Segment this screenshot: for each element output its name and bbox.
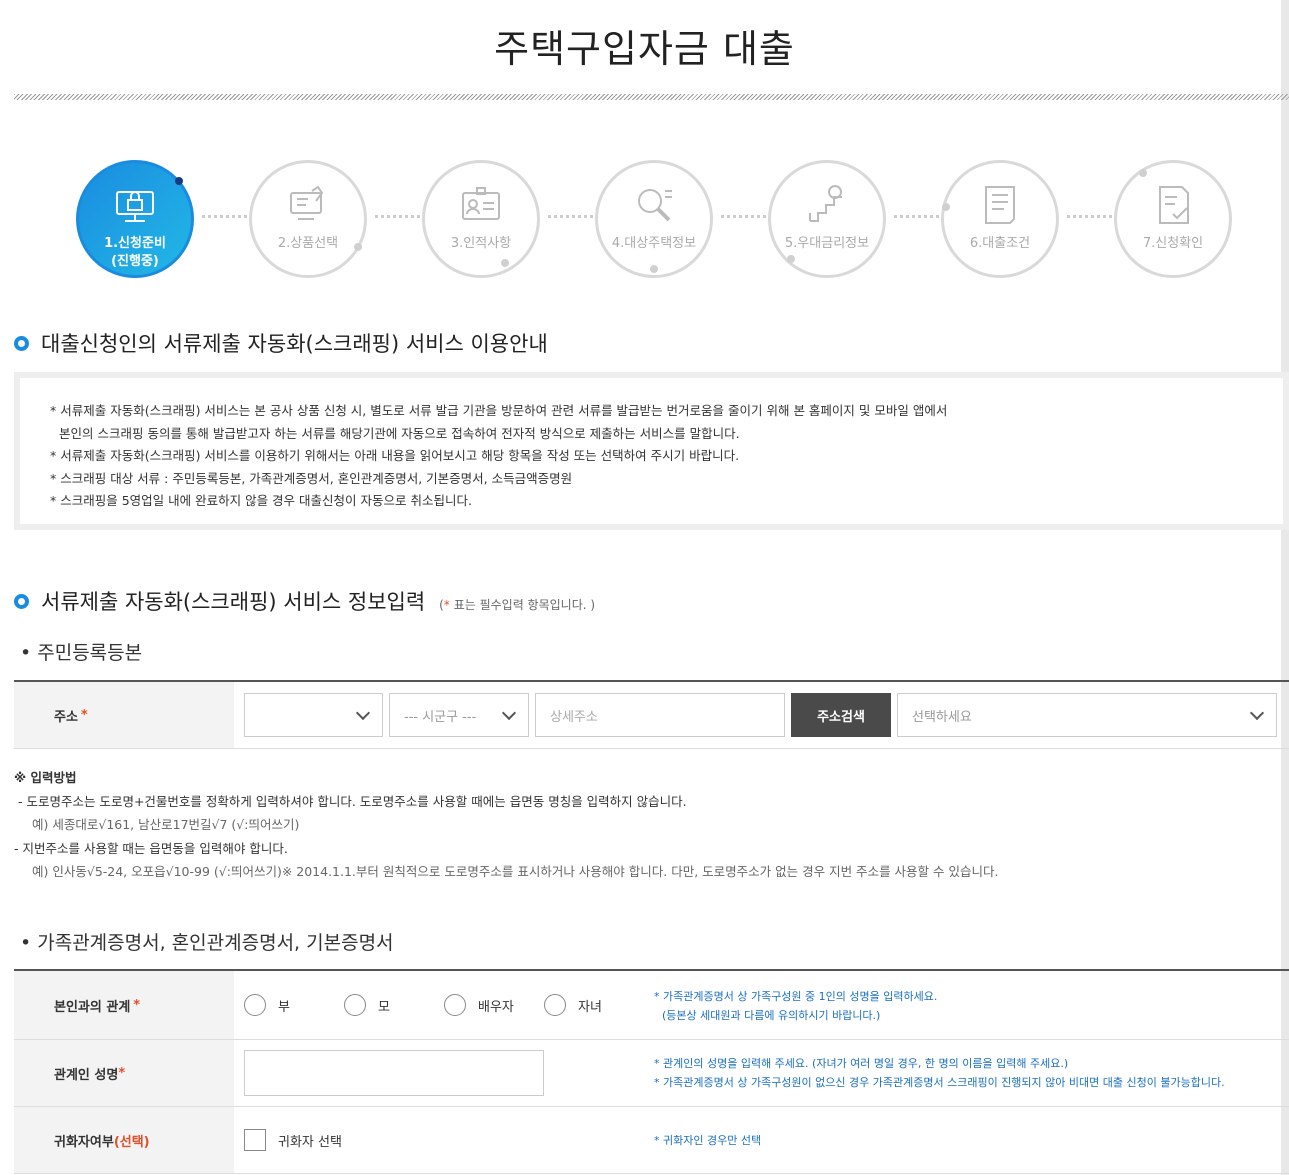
address-result-select[interactable]: 선택하세요 xyxy=(897,693,1277,737)
step-4: 4.대상주택정보 xyxy=(595,160,713,278)
relation-radio-spouse[interactable]: 배우자 xyxy=(444,994,544,1016)
step-label: 3.인적사항 xyxy=(450,236,512,251)
step-6: 6.대출조건 xyxy=(941,160,1059,278)
address-label: 주소 xyxy=(54,709,78,725)
naturalized-hint: * 귀화자인 경우만 선택 xyxy=(654,1134,762,1147)
address-search-button[interactable]: 주소검색 xyxy=(791,693,891,737)
step-label: 1.신청준비 xyxy=(104,236,166,251)
notice-line: * 서류제출 자동화(스크래핑) 서비스는 본 공사 상품 신청 시, 별도로 … xyxy=(50,403,948,418)
document-list-icon xyxy=(944,183,1056,227)
notice-line: * 스크래핑 대상 서류 : 주민등록등본, 가족관계증명서, 혼인관계증명서,… xyxy=(50,470,573,486)
address-table: 주소 * --- 시군구 --- 상세주소 주소검색 선택하세요 xyxy=(14,680,1289,749)
detail-address-input[interactable]: 상세주소 xyxy=(535,693,785,737)
input-guide: ※ 입력방법 - 도로명주소는 도로명+건물번호를 정확하게 입력하셔야 합니다… xyxy=(14,766,998,884)
relation-row: 본인과의 관계 * 부 모 배우자 자녀 * 가족관계증명서 상 가족구성원 중… xyxy=(14,971,1289,1040)
document-check-icon xyxy=(1117,183,1229,227)
stairs-coin-icon xyxy=(771,183,883,227)
guide-example: 예) 인사동√5-24, 오포읍√10-99 (√:띄어쓰기)※ 2014.1.… xyxy=(32,864,999,879)
relation-hint: * 가족관계증명서 상 가족구성원 중 1인의 성명을 입력하세요. (등본상 … xyxy=(654,990,938,1022)
guide-heading: ※ 입력방법 xyxy=(14,770,77,785)
step-label: 5.우대금리정보 xyxy=(784,236,870,251)
name-row: 관계인 성명 * * 관계인의 성명을 입력해 주세요. (자녀가 여러 명일 … xyxy=(14,1040,1289,1107)
address-row: 주소 * --- 시군구 --- 상세주소 주소검색 선택하세요 xyxy=(14,682,1289,749)
progress-steps: 1.신청준비 (진행중) 2.상품선택 3.인적사항 4.대상주택정보 5.우대… xyxy=(0,155,1289,280)
form-section-title: 서류제출 자동화(스크래핑) 서비스 정보입력 (* 표는 필수입력 항목입니다… xyxy=(14,586,595,616)
naturalized-checkbox[interactable]: 귀화자 선택 xyxy=(244,1129,444,1151)
name-label: 관계인 성명 xyxy=(54,1067,119,1083)
step-1: 1.신청준비 (진행중) xyxy=(76,160,194,278)
notice-line: 본인의 스크래핑 동의를 통해 발급받고자 하는 서류를 해당기관에 자동으로 … xyxy=(59,425,740,441)
family-table: 본인과의 관계 * 부 모 배우자 자녀 * 가족관계증명서 상 가족구성원 중… xyxy=(14,969,1289,1174)
title-divider xyxy=(14,94,1289,100)
bullet-ring-icon xyxy=(14,335,29,351)
page-title: 주택구입자금 대출 xyxy=(494,27,795,71)
step-label: 4.대상주택정보 xyxy=(611,236,697,251)
guide-example: 예) 세종대로√161, 남산로17번길√7 (√:띄어쓰기) xyxy=(32,817,300,832)
relation-radio-child[interactable]: 자녀 xyxy=(544,994,644,1016)
guide-line: - 도로명주소는 도로명+건물번호를 정확하게 입력하셔야 합니다. 도로명주소… xyxy=(18,793,687,809)
notice-line: * 서류제출 자동화(스크래핑) 서비스를 이용하기 위해서는 아래 내용을 읽… xyxy=(50,448,740,463)
magnifier-icon xyxy=(598,183,710,227)
step-label: 6.대출조건 xyxy=(969,236,1031,251)
sido-select[interactable] xyxy=(244,693,383,737)
step-label: 2.상품선택 xyxy=(277,236,339,251)
notice-section-title: 대출신청인의 서류제출 자동화(스크래핑) 서비스 이용안내 xyxy=(14,328,548,358)
naturalized-row: 귀화자여부 (선택) 귀화자 선택 * 귀화자인 경우만 선택 xyxy=(14,1107,1289,1174)
chevron-down-icon xyxy=(501,705,517,720)
notice-box: * 서류제출 자동화(스크래핑) 서비스는 본 공사 상품 신청 시, 별도로 … xyxy=(14,372,1289,530)
relation-radio-father[interactable]: 부 xyxy=(244,994,344,1016)
resident-subtitle: • 주민등록등본 xyxy=(20,642,143,664)
relation-name-input[interactable] xyxy=(244,1050,544,1096)
bullet-ring-icon xyxy=(14,593,29,609)
computer-hand-icon xyxy=(252,183,364,227)
naturalized-label: 귀화자여부 xyxy=(54,1134,114,1150)
guide-line: - 지번주소를 사용할 때는 읍면동을 입력해야 합니다. xyxy=(14,840,288,856)
step-5: 5.우대금리정보 xyxy=(768,160,886,278)
notice-line: * 스크래핑을 5영업일 내에 완료하지 않을 경우 대출신청이 자동으로 취소… xyxy=(50,493,472,508)
step-7: 7.신청확인 xyxy=(1114,160,1232,278)
sigungu-select[interactable]: --- 시군구 --- xyxy=(389,693,529,737)
step-label: 7.신청확인 xyxy=(1142,236,1204,251)
chevron-down-icon xyxy=(1249,705,1265,720)
family-subtitle: • 가족관계증명서, 혼인관계증명서, 기본증명서 xyxy=(20,932,394,954)
monitor-lock-icon xyxy=(79,183,191,227)
relation-radio-mother[interactable]: 모 xyxy=(344,994,444,1016)
required-note: (* 표는 필수입력 항목입니다. ) xyxy=(439,597,596,612)
relation-label: 본인과의 관계 xyxy=(54,999,131,1015)
step-status: (진행중) xyxy=(111,254,159,269)
id-card-icon xyxy=(425,183,537,227)
chevron-down-icon xyxy=(355,705,371,720)
step-2: 2.상품선택 xyxy=(249,160,367,278)
step-3: 3.인적사항 xyxy=(422,160,540,278)
name-hint: * 관계인의 성명을 입력해 주세요. (자녀가 여러 명일 경우, 한 명의 … xyxy=(654,1057,1225,1089)
